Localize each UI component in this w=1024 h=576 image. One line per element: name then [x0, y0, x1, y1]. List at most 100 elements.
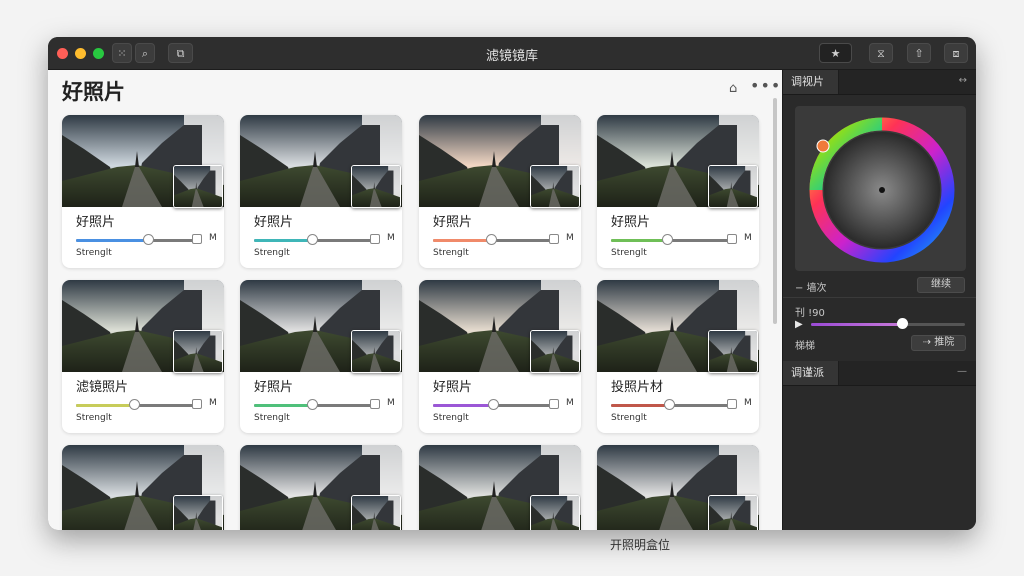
continue-button[interactable]: 继续 — [917, 277, 965, 293]
strength-slider[interactable] — [254, 399, 372, 410]
filter-card[interactable]: 滤镜照片 M Strenglt — [62, 280, 224, 433]
filter-card[interactable]: 投照片材 M Strenglt — [597, 280, 759, 433]
mask-checkbox[interactable] — [370, 234, 380, 244]
filter-card[interactable]: 好照片 M Strenglt — [419, 280, 581, 433]
slider-knob[interactable] — [664, 399, 675, 410]
tab-color-panel[interactable]: 调视片 — [783, 70, 839, 94]
filter-name: 好照片 — [254, 215, 294, 230]
filter-card[interactable]: 好照片 M Strenglt — [240, 280, 402, 433]
expand-icon[interactable]: ↔ — [959, 75, 967, 86]
mask-checkbox[interactable] — [192, 234, 202, 244]
slider-fill — [76, 404, 135, 407]
filter-thumbnail — [351, 330, 401, 373]
mask-checkbox[interactable] — [549, 234, 559, 244]
strength-label: Strenglt — [76, 413, 112, 423]
export-button[interactable]: ⧈ — [944, 43, 968, 63]
strength-slider[interactable] — [611, 399, 729, 410]
mask-checkbox[interactable] — [192, 399, 202, 409]
slider-knob[interactable] — [129, 399, 140, 410]
slider-knob[interactable] — [488, 399, 500, 410]
star-icon: ★ — [830, 47, 841, 60]
play-icon[interactable]: ▶ — [795, 319, 803, 330]
strength-slider[interactable] — [433, 399, 551, 410]
slider-knob[interactable] — [486, 234, 497, 245]
filter-thumbnail — [173, 495, 223, 530]
color-wheel-panel — [795, 106, 966, 271]
page-title: 好照片 — [62, 80, 125, 104]
slider-knob[interactable] — [143, 234, 155, 245]
slider-fill — [254, 239, 313, 242]
slider-knob[interactable] — [307, 399, 318, 410]
mask-checkbox[interactable] — [727, 399, 737, 409]
strength-label: Strenglt — [433, 413, 469, 423]
filter-name: 好照片 — [76, 215, 116, 230]
slider-fill — [433, 239, 492, 242]
tab-adjust-panel[interactable]: 调谨派 — [783, 361, 839, 385]
slider-label: 刊 !90 — [795, 308, 825, 319]
collapse-icon[interactable]: — — [957, 366, 967, 377]
filter-card[interactable]: 好照片 M Strenglt — [419, 115, 581, 268]
row3-label: 梯梯 — [795, 341, 815, 352]
filter-thumbnail — [173, 165, 223, 208]
slider-fill — [254, 404, 313, 407]
filter-card[interactable]: 好照片 M Strenglt — [240, 115, 402, 268]
home-icon[interactable]: ⌂ — [729, 81, 737, 96]
row1-label: − 墙次 — [795, 283, 827, 294]
color-wheel[interactable] — [795, 106, 966, 271]
app-window: ⁙ ⌕ ⧉ 滤镜镜库 ★ ⧖ ⇧ ⧈ 好照片 ⌂ ••• 好照片 M Stren… — [48, 37, 976, 530]
strength-label: Strenglt — [611, 248, 647, 258]
share-button[interactable]: ⇧ — [907, 43, 931, 63]
strength-slider[interactable] — [433, 234, 551, 245]
mask-checkbox[interactable] — [727, 234, 737, 244]
filter-name: 好照片 — [254, 380, 294, 395]
filter-thumbnail — [708, 165, 758, 208]
divider — [783, 297, 976, 298]
filter-thumbnail — [351, 495, 401, 530]
strength-slider[interactable] — [611, 234, 729, 245]
slider-fill — [611, 239, 668, 242]
hue-picker-handle — [816, 139, 830, 153]
scrollbar-thumb[interactable] — [773, 98, 777, 324]
filter-name: 滤镜照片 — [76, 380, 129, 395]
mask-label: M — [387, 398, 395, 408]
push-button[interactable]: ⇢ 推院 — [911, 335, 966, 351]
slider-knob[interactable] — [661, 234, 673, 245]
strength-slider[interactable] — [76, 399, 194, 410]
filter-card[interactable]: 好照片 M Strenglt — [62, 115, 224, 268]
filter-card[interactable]: 好照片 M Strenglt — [597, 115, 759, 268]
filter-card[interactable] — [597, 445, 759, 530]
mask-label: M — [744, 233, 752, 243]
more-options-icon[interactable]: ••• — [750, 76, 781, 95]
filter-thumbnail — [351, 165, 401, 208]
filter-card[interactable] — [240, 445, 402, 530]
filter-name: 好照片 — [611, 215, 651, 230]
mask-checkbox[interactable] — [370, 399, 380, 409]
scrollbar[interactable] — [772, 98, 778, 524]
adjustments-sidebar: 调视片 ↔ − 墙次 继续 刊 !90 ▶ 梯梯 ⇢ 推院 调谨派 — — [782, 70, 976, 530]
mask-label: M — [209, 233, 217, 243]
filter-card[interactable] — [419, 445, 581, 530]
compare-icon: ⧖ — [877, 47, 885, 60]
slider-knob[interactable] — [307, 234, 318, 245]
mask-label: M — [566, 233, 574, 243]
mask-label: M — [387, 233, 395, 243]
strength-slider[interactable] — [76, 234, 194, 245]
filter-thumbnail — [708, 330, 758, 373]
strength-label: Strenglt — [611, 413, 647, 423]
caption-label: 开照明盒位 — [610, 538, 671, 552]
filter-name: 好照片 — [433, 380, 473, 395]
favorite-button[interactable]: ★ — [819, 43, 852, 63]
filter-thumbnail — [530, 165, 580, 208]
mask-label: M — [566, 398, 574, 408]
filter-thumbnail — [530, 330, 580, 373]
slider-fill — [611, 404, 670, 407]
panel2-tab-bar: 调谨派 — — [783, 361, 976, 386]
mask-checkbox[interactable] — [549, 399, 559, 409]
intensity-slider[interactable] — [811, 318, 965, 329]
compare-button[interactable]: ⧖ — [869, 43, 893, 63]
filter-card[interactable] — [62, 445, 224, 530]
strength-label: Strenglt — [76, 248, 112, 258]
strength-slider[interactable] — [254, 234, 372, 245]
slider-knob[interactable] — [897, 318, 909, 329]
filter-name: 好照片 — [433, 215, 473, 230]
